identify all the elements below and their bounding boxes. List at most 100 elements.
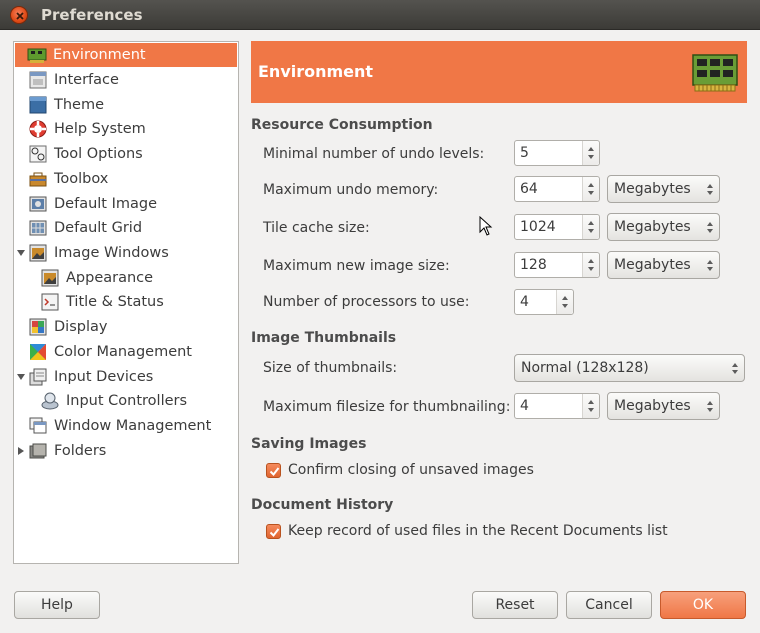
processors-value[interactable]: 4 — [515, 290, 556, 314]
title-status-icon — [40, 292, 60, 312]
tile-cache-label: Tile cache size: — [263, 220, 370, 236]
color-management-icon — [28, 342, 48, 362]
spinner-arrows[interactable] — [582, 394, 599, 418]
select-arrows-icon — [728, 355, 744, 381]
spinner-arrows[interactable] — [582, 177, 599, 201]
window-title: Preferences — [41, 6, 143, 24]
spinner-arrows[interactable] — [582, 141, 599, 165]
sidebar-item-label: Default Image — [54, 196, 158, 212]
sidebar-item-display[interactable]: Display — [14, 315, 238, 339]
sidebar-item-appearance[interactable]: Appearance — [14, 266, 238, 290]
appearance-icon — [40, 268, 60, 288]
thumbnail-filesize-label: Maximum filesize for thumbnailing: — [263, 399, 511, 415]
processors-label: Number of processors to use: — [263, 294, 470, 310]
sidebar-item-help-system[interactable]: Help System — [14, 117, 238, 141]
thumbnail-filesize-value[interactable]: 4 — [515, 394, 582, 418]
thumbnail-size-select[interactable]: Normal (128x128) — [514, 354, 745, 382]
sidebar-item-label: Help System — [54, 121, 146, 137]
sidebar-item-default-image[interactable]: Default Image — [14, 192, 238, 216]
help-button[interactable]: Help — [14, 591, 100, 619]
thumbnail-filesize-unit-select[interactable]: Megabytes — [607, 392, 720, 420]
sidebar-item-image-windows[interactable]: Image Windows — [14, 241, 238, 265]
folders-icon — [28, 441, 48, 461]
select-arrows-icon — [703, 176, 719, 202]
spinner-arrows[interactable] — [582, 215, 599, 239]
sidebar-item-label: Default Grid — [54, 220, 143, 236]
expander-closed-icon[interactable] — [16, 446, 26, 456]
expander-open-icon[interactable] — [16, 372, 26, 382]
tile-cache-value[interactable]: 1024 — [515, 215, 582, 239]
sidebar-item-folders[interactable]: Folders — [14, 439, 238, 463]
display-icon — [28, 317, 48, 337]
undo-levels-label: Minimal number of undo levels: — [263, 146, 485, 162]
ok-button[interactable]: OK — [660, 591, 746, 619]
max-image-size-unit-select[interactable]: Megabytes — [607, 251, 720, 279]
undo-memory-unit-select[interactable]: Megabytes — [607, 175, 720, 203]
max-image-size-label: Maximum new image size: — [263, 258, 450, 274]
sidebar-item-label: Color Management — [54, 344, 192, 360]
undo-memory-spinner[interactable]: 64 — [514, 176, 600, 202]
expander-open-icon[interactable] — [16, 248, 26, 258]
document-history-heading: Document History — [251, 497, 394, 513]
max-image-size-value[interactable]: 128 — [515, 253, 582, 277]
resource-consumption-heading: Resource Consumption — [251, 117, 433, 133]
thumbnail-filesize-spinner[interactable]: 4 — [514, 393, 600, 419]
max-image-size-unit: Megabytes — [614, 257, 691, 273]
sidebar-item-label: Interface — [54, 72, 119, 88]
sidebar-item-label: Theme — [54, 97, 105, 113]
sidebar-item-label: Tool Options — [54, 146, 143, 162]
sidebar-item-theme[interactable]: Theme — [14, 93, 238, 117]
sidebar-item-input-controllers[interactable]: Input Controllers — [14, 389, 238, 413]
reset-button[interactable]: Reset — [472, 591, 558, 619]
checkbox-checked-icon[interactable] — [266, 523, 281, 539]
tile-cache-unit-select[interactable]: Megabytes — [607, 213, 720, 241]
keep-recent-documents-label[interactable]: Keep record of used files in the Recent … — [288, 523, 668, 539]
spinner-arrows[interactable] — [556, 290, 573, 314]
sidebar-item-title-status[interactable]: Title & Status — [14, 290, 238, 314]
preferences-tree[interactable]: Environment Interface Theme Help System … — [13, 41, 239, 564]
select-arrows-icon — [703, 252, 719, 278]
sidebar-item-color-management[interactable]: Color Management — [14, 340, 238, 364]
sidebar-item-input-devices[interactable]: Input Devices — [14, 365, 238, 389]
confirm-closing-label[interactable]: Confirm closing of unsaved images — [288, 462, 534, 478]
environment-icon — [27, 45, 47, 65]
sidebar-item-label: Title & Status — [66, 294, 164, 310]
close-window-button[interactable] — [10, 6, 28, 24]
sidebar-item-interface[interactable]: Interface — [14, 68, 238, 92]
confirm-closing-checkbox[interactable]: Confirm closing of unsaved images — [266, 462, 534, 478]
keep-recent-documents-checkbox[interactable]: Keep record of used files in the Recent … — [266, 523, 668, 539]
page-title: Environment — [258, 62, 374, 81]
sidebar-item-label: Appearance — [66, 270, 154, 286]
mouse-pointer-icon — [479, 216, 493, 236]
spinner-arrows[interactable] — [582, 253, 599, 277]
default-grid-icon — [28, 218, 48, 238]
thumbnail-filesize-unit: Megabytes — [614, 398, 691, 414]
input-controllers-icon — [40, 391, 60, 411]
max-image-size-spinner[interactable]: 128 — [514, 252, 600, 278]
thumbnail-size-label: Size of thumbnails: — [263, 360, 398, 376]
sidebar-item-default-grid[interactable]: Default Grid — [14, 216, 238, 240]
tile-cache-spinner[interactable]: 1024 — [514, 214, 600, 240]
sidebar-item-label: Input Controllers — [66, 393, 188, 409]
cancel-button[interactable]: Cancel — [566, 591, 652, 619]
tool-options-icon — [28, 144, 48, 164]
memory-chip-icon — [691, 49, 739, 97]
theme-icon — [28, 95, 48, 115]
undo-levels-spinner[interactable]: 5 — [514, 140, 600, 166]
sidebar-item-environment[interactable]: Environment — [15, 43, 237, 67]
processors-spinner[interactable]: 4 — [514, 289, 574, 315]
undo-levels-value[interactable]: 5 — [515, 141, 582, 165]
input-devices-icon — [28, 367, 48, 387]
sidebar-item-window-management[interactable]: Window Management — [14, 414, 238, 438]
sidebar-item-tool-options[interactable]: Tool Options — [14, 142, 238, 166]
undo-memory-value[interactable]: 64 — [515, 177, 582, 201]
sidebar-item-label: Window Management — [54, 418, 212, 434]
sidebar-item-toolbox[interactable]: Toolbox — [14, 167, 238, 191]
window-management-icon — [28, 416, 48, 436]
undo-memory-unit: Megabytes — [614, 181, 691, 197]
checkbox-checked-icon[interactable] — [266, 462, 281, 478]
image-windows-icon — [28, 243, 48, 263]
toolbox-icon — [28, 169, 48, 189]
page-header-banner: Environment — [251, 41, 747, 103]
sidebar-item-label: Display — [54, 319, 108, 335]
